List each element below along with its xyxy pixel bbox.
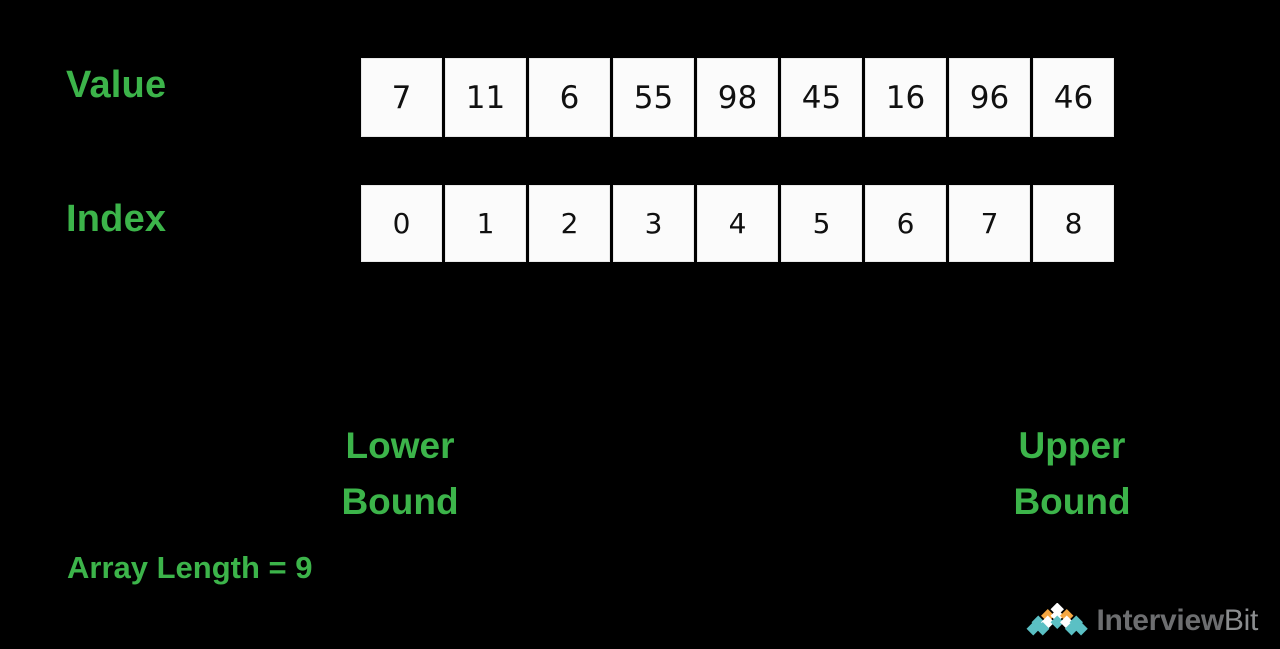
array-cell: 45 xyxy=(781,58,862,137)
array-cell: 11 xyxy=(445,58,526,137)
lower-bound-annotation: Lower Bound xyxy=(341,425,459,522)
array-cell: 16 xyxy=(865,58,946,137)
index-cell: 3 xyxy=(613,185,694,262)
interviewbit-logo-icon xyxy=(1026,603,1088,636)
index-cell: 1 xyxy=(445,185,526,262)
index-cell: 6 xyxy=(865,185,946,262)
array-length-note: Array Length = 9 xyxy=(67,550,313,585)
interviewbit-wordmark: InterviewBit xyxy=(1096,604,1259,637)
array-cell: 46 xyxy=(1033,58,1114,137)
index-row-label: Index xyxy=(66,198,167,240)
wordmark-secondary: Bit xyxy=(1223,604,1258,637)
index-cell: 0 xyxy=(361,185,442,262)
index-cell: 4 xyxy=(697,185,778,262)
array-cell: 55 xyxy=(613,58,694,137)
index-cell: 2 xyxy=(529,185,610,262)
interviewbit-watermark: InterviewBit xyxy=(1026,603,1258,639)
index-array-row: 0 1 2 3 4 5 6 7 8 xyxy=(361,185,1114,262)
index-cell: 5 xyxy=(781,185,862,262)
value-row-label: Value xyxy=(66,64,167,106)
diagram-canvas: Value Index 7 11 6 55 98 45 16 96 46 0 1… xyxy=(0,0,1280,649)
array-cell: 6 xyxy=(529,58,610,137)
index-cell: 7 xyxy=(949,185,1030,262)
value-array-row: 7 11 6 55 98 45 16 96 46 xyxy=(361,58,1114,137)
array-cell: 98 xyxy=(697,58,778,137)
upper-bound-annotation: Upper Bound xyxy=(1013,425,1131,522)
wordmark-primary: Interview xyxy=(1096,604,1225,637)
index-cell: 8 xyxy=(1033,185,1114,262)
array-cell: 7 xyxy=(361,58,442,137)
array-cell: 96 xyxy=(949,58,1030,137)
